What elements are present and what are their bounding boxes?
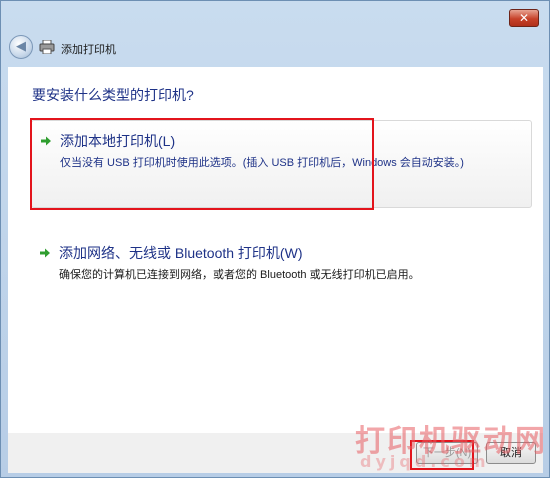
title-bar: ✕ bbox=[1, 1, 549, 29]
close-icon: ✕ bbox=[518, 11, 530, 25]
green-arrow-icon bbox=[40, 248, 50, 258]
printer-icon bbox=[39, 40, 55, 54]
navigation-bar: ◀ 添加打印机 bbox=[7, 31, 543, 65]
close-button[interactable]: ✕ bbox=[509, 9, 539, 27]
option-title: 添加网络、无线或 Bluetooth 打印机(W) bbox=[59, 245, 303, 261]
window-title: 添加打印机 bbox=[61, 44, 116, 56]
add-printer-window: ✕ ◀ 添加打印机 要安装什么类型的打印机? 添加本地打印机(L) 仅当没有 U… bbox=[0, 0, 550, 478]
watermark-url: dyjqd.com bbox=[360, 452, 490, 471]
add-network-printer-option[interactable]: 添加网络、无线或 Bluetooth 打印机(W) 确保您的计算机已连接到网络，… bbox=[31, 239, 532, 299]
back-arrow-icon: ◀ bbox=[16, 39, 26, 54]
annotation-highlight-local-option bbox=[30, 118, 374, 210]
page-heading: 要安装什么类型的打印机? bbox=[32, 87, 194, 103]
option-description: 确保您的计算机已连接到网络，或者您的 Bluetooth 或无线打印机已启用。 bbox=[59, 269, 420, 281]
back-button[interactable]: ◀ bbox=[9, 35, 33, 59]
